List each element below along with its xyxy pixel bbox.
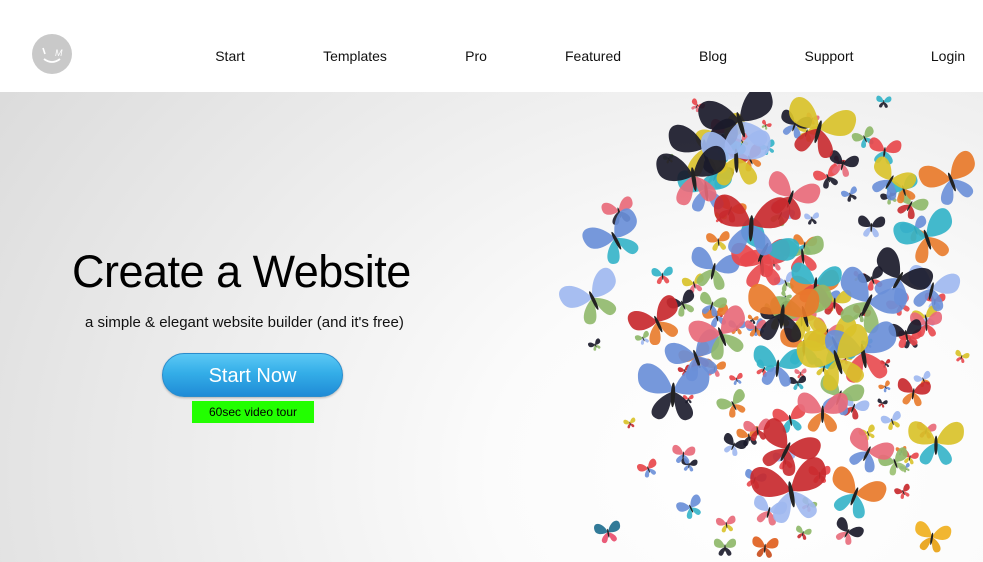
butterfly-icon [559,267,617,325]
nav-support[interactable]: Support [804,48,853,64]
butterfly-icon [858,215,886,238]
butterfly-icon [915,521,952,553]
butterfly-icon [894,483,910,499]
butterfly-icon [832,466,887,519]
butterfly-icon [835,517,864,545]
hero-subtitle: a simple & elegant website builder (and … [85,314,404,331]
nav-pro[interactable]: Pro [465,48,487,64]
nav-start[interactable]: Start [215,48,245,64]
hero-section: Create a Website a simple & elegant webs… [0,92,983,562]
start-now-button[interactable]: Start Now [162,353,343,397]
nav-login[interactable]: Login [931,48,965,64]
main-nav: Start Templates Pro Featured Blog Suppor… [0,48,983,68]
butterfly-icon [955,349,970,364]
butterfly-icon [637,458,657,478]
butterfly-icon [713,538,737,556]
butterfly-icon [715,515,736,533]
butterfly-icon [893,208,952,264]
butterfly-icon [804,212,819,225]
butterfly-icon [588,338,601,351]
butterfly-icon [638,363,710,421]
butterfly-icon [623,417,636,429]
butterfly-icon [878,380,891,393]
butterfly-icon [706,231,730,251]
butterfly-icon [716,389,746,418]
butterfly-icon [729,372,743,385]
butterfly-icon [676,494,701,519]
butterfly-swarm-image [559,92,975,558]
butterfly-icon [876,95,892,108]
butterfly-icon [796,525,812,540]
nav-featured[interactable]: Featured [565,48,621,64]
video-tour-link[interactable]: 60sec video tour [192,401,314,423]
butterfly-icon [880,411,901,430]
butterfly-icon [897,378,931,407]
butterfly-icon [651,266,673,285]
hero-title: Create a Website [72,246,411,297]
nav-blog[interactable]: Blog [699,48,727,64]
nav-templates[interactable]: Templates [323,48,387,64]
butterfly-icon [841,186,857,202]
site-header: M Start Templates Pro Featured Blog Supp… [0,0,983,92]
butterfly-icon [681,458,698,472]
butterfly-icon [594,520,621,544]
butterfly-icon [752,536,779,558]
butterfly-icon [877,398,888,408]
